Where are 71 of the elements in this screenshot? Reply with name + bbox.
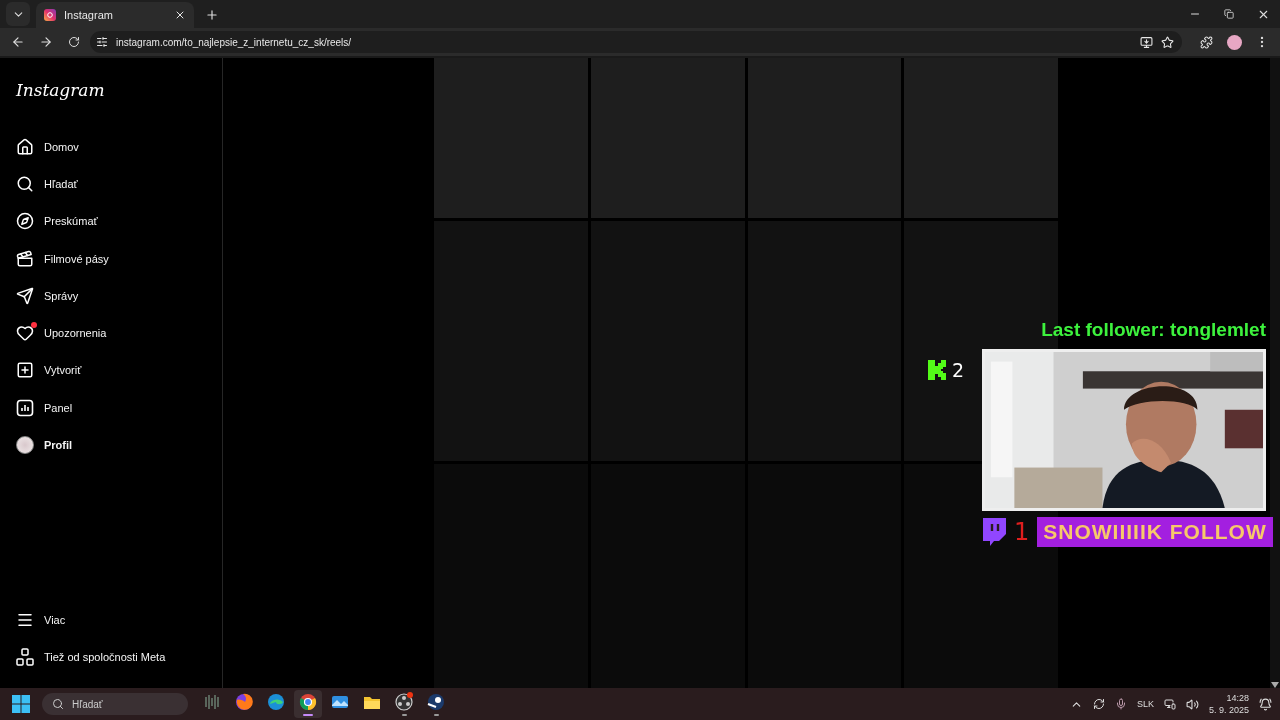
app-icon	[426, 692, 446, 712]
reel-thumbnail[interactable]	[747, 464, 902, 688]
start-icon[interactable]	[12, 695, 30, 713]
heart-icon	[16, 324, 34, 343]
follower-text: Last follower: tonglemlet	[1041, 319, 1266, 341]
site-settings-icon[interactable]	[96, 36, 108, 48]
follow-banner: SNOWIIIIIK FOLLOW	[1037, 517, 1273, 547]
chart-icon	[16, 398, 34, 417]
nav-item[interactable]: Preskúmať	[10, 202, 212, 240]
address-bar[interactable]: instagram.com/to_najlepsie_z_internetu_cz_sk/reels/	[90, 31, 1182, 53]
tab-list-button[interactable]	[6, 2, 30, 26]
plus-icon	[16, 361, 34, 380]
install-icon[interactable]	[1140, 35, 1153, 49]
nav-item[interactable]: Vytvoriť	[10, 351, 212, 390]
close-icon[interactable]	[174, 9, 186, 21]
nav-item[interactable]: Viac	[10, 601, 212, 639]
bookmark-star-icon[interactable]	[1161, 35, 1174, 49]
sync-icon[interactable]	[1092, 698, 1105, 710]
nav-item[interactable]: Tiež od spoločnosti Meta	[10, 638, 212, 676]
app-icon	[298, 692, 318, 712]
nav-item[interactable]: Profil	[10, 426, 212, 464]
search-icon	[16, 174, 34, 193]
restore-icon[interactable]	[1224, 9, 1234, 19]
nav-item[interactable]: Domov	[10, 128, 212, 166]
language-indicator[interactable]: SLK	[1136, 699, 1154, 709]
reload-icon	[68, 36, 80, 48]
kick-icon	[928, 360, 946, 380]
app-icon	[394, 692, 414, 712]
reel-thumbnail[interactable]	[904, 58, 1058, 218]
kick-count: 2	[952, 359, 965, 381]
app-icon	[266, 692, 286, 712]
reel-thumbnail[interactable]	[434, 464, 588, 688]
forward-icon	[39, 35, 53, 49]
volume-icon[interactable]	[1185, 697, 1199, 711]
tab-title: Instagram	[64, 9, 114, 21]
taskbar-search-field[interactable]: Hľadať	[42, 693, 188, 715]
twitch-icon	[980, 518, 1006, 546]
nav-item[interactable]: Upozornenia	[10, 314, 212, 352]
video-icon	[16, 249, 34, 268]
back-icon	[11, 35, 25, 49]
avatar	[1226, 34, 1242, 50]
nav-item[interactable]: Hľadať	[10, 165, 212, 203]
send-icon	[16, 286, 34, 305]
clock[interactable]: 14:28 5. 9. 2025	[1208, 692, 1249, 716]
notification-icon[interactable]	[1259, 697, 1272, 711]
nav-item[interactable]: Filmové pásy	[10, 239, 212, 278]
time-text: 14:28	[1226, 692, 1249, 704]
reel-thumbnail[interactable]	[434, 58, 588, 218]
home-icon	[16, 137, 34, 156]
taskbar-app-button[interactable]	[294, 690, 322, 718]
puzzle-icon	[1199, 35, 1213, 49]
plus-icon	[205, 8, 219, 22]
search-icon	[52, 698, 64, 710]
camera-icon	[44, 9, 56, 21]
grid-icon	[16, 648, 34, 667]
reel-thumbnail[interactable]	[590, 464, 745, 688]
logo: Instagram	[15, 80, 106, 102]
url-text: instagram.com/to_najlepsie_z_internetu_cz_sk/reels/	[116, 36, 353, 48]
nav-item[interactable]: Správy	[10, 277, 212, 315]
reel-thumbnail[interactable]	[590, 58, 745, 218]
twitch-count: 1	[1014, 518, 1030, 546]
nav-item[interactable]: Panel	[10, 389, 212, 427]
compass-icon	[16, 212, 34, 231]
avatar	[16, 436, 34, 454]
network-icon[interactable]	[1163, 698, 1176, 710]
reel-thumbnail[interactable]	[747, 58, 902, 218]
microphone-icon[interactable]	[1114, 698, 1127, 710]
app-icon	[202, 692, 222, 712]
browser-tab[interactable]: Instagram	[36, 2, 194, 28]
date-text: 5. 9. 2025	[1208, 704, 1249, 716]
app-icon	[234, 692, 254, 712]
